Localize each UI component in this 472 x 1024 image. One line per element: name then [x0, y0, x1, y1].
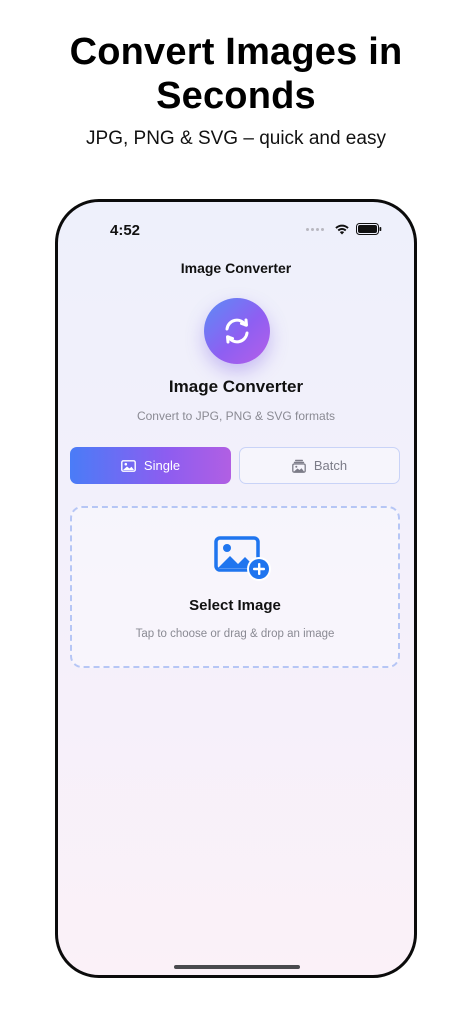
promo-title-line1: Convert Images in — [69, 31, 403, 73]
refresh-icon — [225, 318, 249, 344]
wifi-icon — [335, 224, 349, 235]
batch-mode-label: Batch — [313, 458, 348, 473]
promo-title-line2: Seconds — [156, 75, 316, 117]
image-icon — [121, 459, 136, 472]
single-mode-label: Single — [143, 458, 181, 473]
promo-subtitle: JPG, PNG & SVG – quick and easy — [86, 128, 386, 149]
batch-mode-button[interactable]: Batch — [239, 447, 400, 484]
signal-dots-icon — [306, 227, 324, 231]
phone-screen: 4:52 Image Converter Image Converter Con… — [55, 199, 417, 978]
home-indicator[interactable] — [174, 965, 300, 969]
add-image-icon — [214, 536, 271, 581]
status-icons — [306, 223, 382, 235]
app-subtitle: Convert to JPG, PNG & SVG formats — [136, 409, 336, 423]
status-time: 4:52 — [110, 222, 141, 239]
dropzone-subtitle: Tap to choose or drag & drop an image — [135, 628, 335, 640]
promo-title: Convert Images in Seconds — [0, 30, 472, 118]
nav-title: Image Converter — [180, 260, 292, 276]
dropzone-title: Select Image — [189, 597, 281, 614]
image-dropzone[interactable]: Select Image Tap to choose or drag & dro… — [70, 506, 400, 668]
stack-images-icon — [292, 459, 306, 473]
battery-icon — [356, 223, 382, 235]
single-mode-button[interactable]: Single — [70, 447, 231, 484]
app-logo — [204, 298, 270, 364]
app-title: Image Converter — [168, 377, 304, 396]
